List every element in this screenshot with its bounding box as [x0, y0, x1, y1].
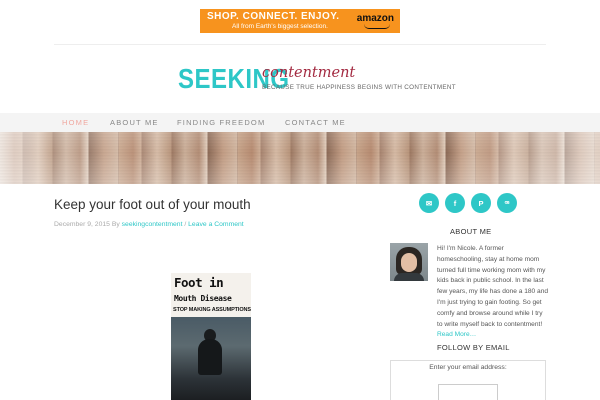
nav-item-finding-freedom[interactable]: FINDING FREEDOM: [177, 118, 265, 127]
follow-by-email-widget: Enter your email address:: [390, 360, 546, 400]
image-text-stop-assumptions: STOP MAKING ASSUMPTIONS: [173, 307, 251, 313]
email-field[interactable]: [438, 384, 498, 400]
header-divider: [54, 44, 546, 45]
ad-headline: SHOP. CONNECT. ENJOY.: [207, 11, 340, 22]
image-text-foot-in: Foot in: [174, 275, 224, 290]
amazon-smile-icon: [364, 24, 390, 29]
post-meta: December 9, 2015 By seekingcontentment /…: [54, 221, 244, 228]
about-me-text: Hi! I'm Nicole. A former homeschooling, …: [437, 244, 549, 341]
logo-tagline: Because true happiness begins with conte…: [262, 84, 456, 91]
logo-word-contentment: contentment: [262, 65, 356, 81]
site-logo[interactable]: SEEKING contentment Because true happine…: [178, 64, 456, 104]
post-author-link[interactable]: seekingcontentment: [122, 221, 183, 228]
read-more-link[interactable]: Read More…: [437, 331, 476, 338]
amazon-logo: amazon: [356, 13, 394, 24]
nav-item-home[interactable]: HOME: [62, 118, 89, 127]
pinterest-icon[interactable]: P: [471, 193, 491, 213]
follow-by-email-heading: FOLLOW BY EMAIL: [437, 343, 510, 352]
avatar: [390, 243, 428, 281]
about-me-body: Hi! I'm Nicole. A former homeschooling, …: [437, 245, 549, 328]
about-me-heading: ABOUT ME: [450, 227, 492, 236]
leave-comment-link[interactable]: Leave a Comment: [188, 221, 244, 228]
main-nav: HOME ABOUT ME FINDING FREEDOM CONTACT ME: [0, 113, 600, 132]
post-title[interactable]: Keep your foot out of your mouth: [54, 197, 251, 212]
stumbleupon-icon[interactable]: ꟹ: [497, 193, 517, 213]
meta-separator: /: [184, 221, 187, 228]
post-featured-image[interactable]: Foot in Mouth Disease STOP MAKING ASSUMP…: [171, 273, 251, 400]
amazon-ad-banner[interactable]: SHOP. CONNECT. ENJOY. All from Earth's b…: [200, 9, 400, 33]
facebook-icon[interactable]: f: [445, 193, 465, 213]
ad-subline: All from Earth's biggest selection.: [232, 22, 328, 30]
nav-item-about-me[interactable]: ABOUT ME: [110, 118, 159, 127]
email-icon[interactable]: ✉: [419, 193, 439, 213]
header-wood-image: [0, 132, 600, 184]
post-by: By: [111, 221, 120, 228]
nav-item-contact-me[interactable]: CONTACT ME: [285, 118, 346, 127]
image-text-mouth-disease: Mouth Disease: [174, 294, 232, 303]
post-date: December 9, 2015: [54, 221, 110, 228]
email-field-label: Enter your email address:: [429, 364, 507, 371]
image-person-silhouette: [198, 339, 222, 375]
